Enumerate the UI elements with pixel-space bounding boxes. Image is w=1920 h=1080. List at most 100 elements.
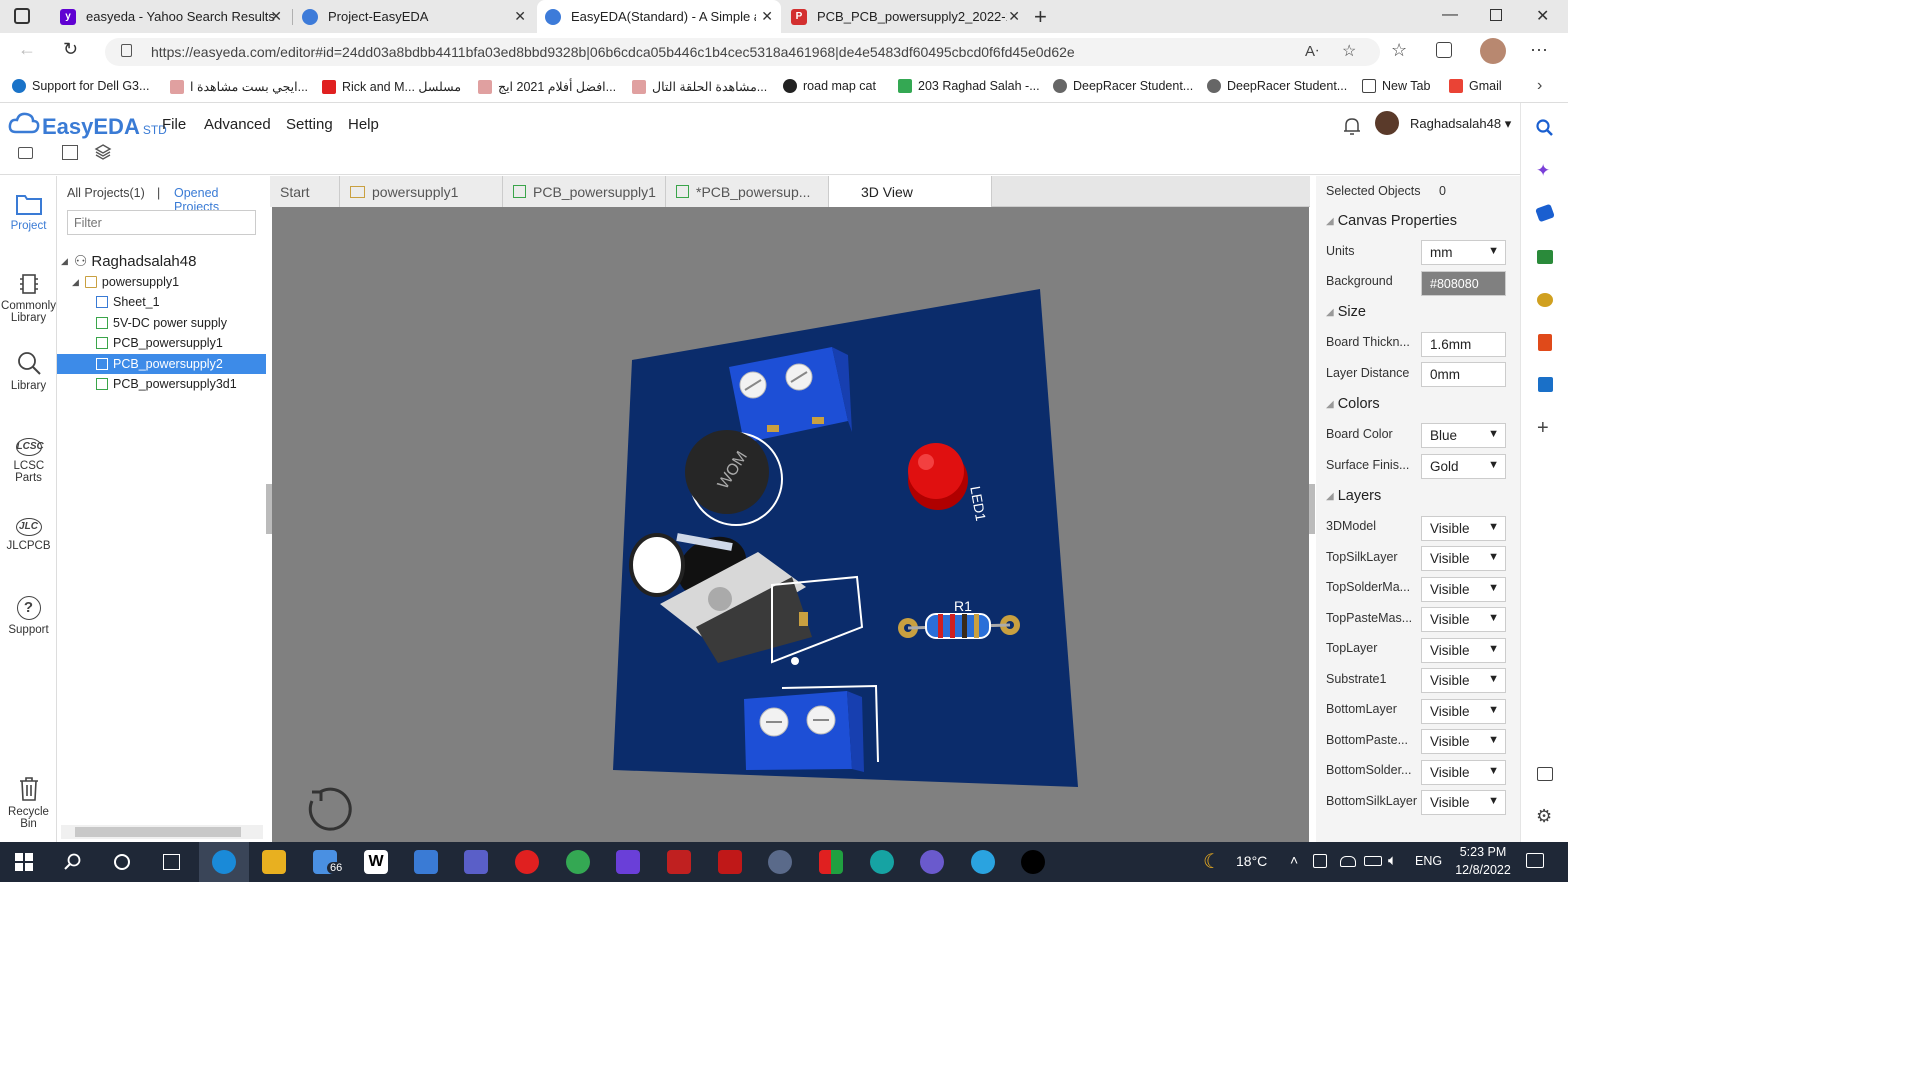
tab-pcb-powersupply1[interactable]: PCB_powersupply1 <box>503 176 666 207</box>
menu-file[interactable]: File <box>162 116 186 133</box>
new-tab-button[interactable]: + <box>1034 4 1047 30</box>
reset-view-icon[interactable] <box>308 787 352 831</box>
url-text[interactable]: https://easyeda.com/editor#id=24dd03a8bd… <box>151 44 1075 60</box>
browser-tab-1[interactable]: y easyeda - Yahoo Search Results ✕ <box>52 0 290 33</box>
bookmark-item[interactable]: Gmail <box>1449 79 1502 93</box>
tiktok-icon[interactable] <box>1021 850 1045 874</box>
maximize-button[interactable] <box>1490 9 1502 21</box>
close-icon[interactable]: ✕ <box>1008 8 1020 25</box>
horizontal-scrollbar[interactable] <box>61 825 263 839</box>
nav-library[interactable]: Library <box>0 350 57 392</box>
battery-icon[interactable] <box>1364 856 1382 866</box>
profile-avatar[interactable] <box>1480 38 1506 64</box>
shopping-tag-icon[interactable] <box>1535 203 1555 223</box>
chevron-up-icon[interactable]: ˄ <box>1290 852 1298 868</box>
file-explorer-icon[interactable] <box>262 850 286 874</box>
tab-actions-icon[interactable] <box>14 8 30 24</box>
bookmark-item[interactable]: DeepRacer Student... <box>1053 79 1193 93</box>
nav-recycle-bin[interactable]: Recycle Bin <box>0 776 57 830</box>
filter-input[interactable] <box>67 210 256 235</box>
wikipedia-icon[interactable]: W <box>364 850 388 874</box>
nav-project[interactable]: Project <box>0 192 57 232</box>
notifications-icon[interactable] <box>1526 853 1544 868</box>
layer-visibility-select[interactable]: Visible ▼ <box>1421 668 1506 693</box>
media-player-icon[interactable] <box>515 850 539 874</box>
layer-visibility-select[interactable]: Visible ▼ <box>1421 638 1506 663</box>
reload-icon[interactable]: ↻ <box>63 39 78 60</box>
collapse-caret-icon[interactable]: ◢ <box>61 256 68 267</box>
minimize-button[interactable]: — <box>1442 6 1458 24</box>
weather-temp[interactable]: 18°C <box>1236 853 1267 869</box>
background-color-input[interactable]: #808080 <box>1421 271 1506 296</box>
window-close-button[interactable]: ✕ <box>1536 6 1549 26</box>
bookmark-item[interactable]: 203 Raghad Salah -... <box>898 79 1040 93</box>
cortana-icon[interactable] <box>114 854 130 870</box>
search-icon[interactable] <box>64 853 82 871</box>
tab-powersupply1[interactable]: powersupply1 <box>340 176 503 207</box>
device-icon[interactable] <box>1313 854 1327 868</box>
chevron-right-icon[interactable]: › <box>1537 77 1542 95</box>
open-folder-icon[interactable] <box>18 147 33 159</box>
github-desktop-icon[interactable] <box>920 850 944 874</box>
menu-help[interactable]: Help <box>348 116 379 133</box>
chrome-icon[interactable] <box>566 850 590 874</box>
read-aloud-icon[interactable]: Aᐧ <box>1305 42 1319 60</box>
edge-icon[interactable] <box>212 850 236 874</box>
favorite-add-icon[interactable]: ☆ <box>1342 41 1356 61</box>
section-layers[interactable]: ◢ Layers <box>1316 483 1520 509</box>
volume-icon[interactable]: 🔈︎ <box>1388 852 1397 869</box>
close-icon[interactable]: ✕ <box>270 8 282 25</box>
sidebar-toggle-icon[interactable] <box>1537 767 1553 781</box>
bookmark-item[interactable]: مشاهدة الحلقة التال... <box>632 79 767 94</box>
board-color-select[interactable]: Blue ▼ <box>1421 423 1506 448</box>
recorder-icon[interactable] <box>667 850 691 874</box>
3d-canvas[interactable]: WOM LED1 R1 <box>272 207 1309 842</box>
section-colors[interactable]: ◢ Colors <box>1316 391 1520 417</box>
url-box[interactable]: https://easyeda.com/editor#id=24dd03a8bd… <box>105 38 1380 66</box>
all-projects-tab[interactable]: All Projects(1) <box>67 186 145 200</box>
section-canvas-properties[interactable]: ◢ Canvas Properties <box>1316 208 1520 234</box>
menu-setting[interactable]: Setting <box>286 116 333 133</box>
menu-advanced[interactable]: Advanced <box>204 116 271 133</box>
layer-distance-input[interactable]: 0mm <box>1421 362 1506 387</box>
scrollbar-thumb[interactable] <box>75 827 241 837</box>
easyeda-logo[interactable]: EasyEDA STD <box>8 112 167 140</box>
surface-finish-select[interactable]: Gold ▼ <box>1421 454 1506 479</box>
tab-pcb-powersupply2[interactable]: *PCB_powersup... <box>666 176 829 207</box>
collapse-caret-icon[interactable]: ◢ <box>72 277 79 288</box>
tree-user[interactable]: ◢ ⚇ Raghadsalah48 <box>61 251 196 271</box>
network-icon[interactable] <box>1340 856 1356 867</box>
user-avatar[interactable] <box>1375 111 1399 135</box>
solidworks-icon[interactable] <box>718 850 742 874</box>
tree-item-sheet[interactable]: Sheet_1 <box>96 292 160 312</box>
windows-start-icon[interactable] <box>15 853 33 871</box>
username-menu[interactable]: Raghadsalah48 ▾ <box>1410 116 1511 132</box>
collections-icon[interactable] <box>1436 42 1452 58</box>
board-thickness-input[interactable]: 1.6mm <box>1421 332 1506 357</box>
search-icon[interactable] <box>1536 119 1554 137</box>
bookmark-item[interactable]: New Tab <box>1362 79 1430 93</box>
language-indicator[interactable]: ENG <box>1415 854 1442 868</box>
bookmark-item[interactable]: ايجي بست مشاهدة ا... <box>170 79 308 94</box>
tree-item-pcb2-selected[interactable]: PCB_powersupply2 <box>96 354 223 374</box>
panel-resize-handle[interactable] <box>1309 484 1315 534</box>
tab-3d-view[interactable]: 3D View <box>829 176 992 207</box>
units-select[interactable]: mm ▼ <box>1421 240 1506 265</box>
arduino-icon[interactable] <box>870 850 894 874</box>
layer-visibility-select[interactable]: Visible ▼ <box>1421 546 1506 571</box>
settings-icon[interactable]: ⚙ <box>1536 806 1552 827</box>
layer-visibility-select[interactable]: Visible ▼ <box>1421 516 1506 541</box>
bookmark-item[interactable]: DeepRacer Student... <box>1207 79 1347 93</box>
tree-item-pcb3d[interactable]: PCB_powersupply3d1 <box>96 374 237 394</box>
browser-tab-2[interactable]: Project-EasyEDA ✕ <box>294 0 534 33</box>
bookmark-item[interactable]: road map cat <box>783 79 876 93</box>
layers-icon[interactable] <box>94 143 112 161</box>
store-icon[interactable] <box>414 850 438 874</box>
image-icon[interactable] <box>62 145 78 160</box>
close-icon[interactable]: ✕ <box>761 8 773 25</box>
clock-date[interactable]: 12/8/2022 <box>1448 863 1518 877</box>
more-icon[interactable]: ⋯ <box>1530 40 1548 61</box>
back-icon[interactable]: ← <box>18 39 36 60</box>
task-view-icon[interactable] <box>163 854 180 870</box>
section-size[interactable]: ◢ Size <box>1316 299 1520 325</box>
